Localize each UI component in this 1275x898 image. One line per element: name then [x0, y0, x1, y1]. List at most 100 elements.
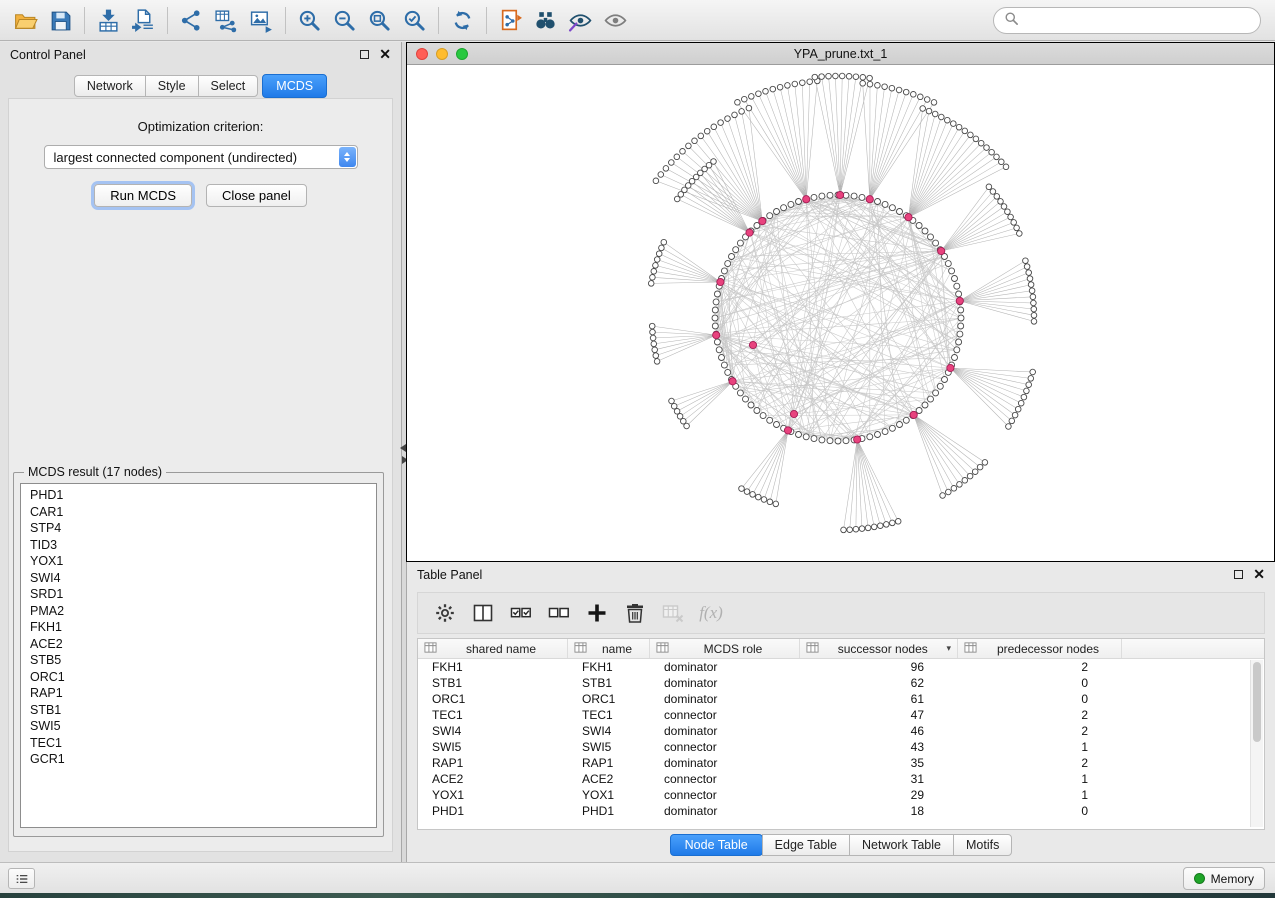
refresh-view-icon[interactable] — [445, 4, 480, 36]
import-table-icon[interactable] — [126, 4, 161, 36]
mcds-result-item[interactable]: TID3 — [30, 537, 367, 554]
column-header-predecessors[interactable]: predecessor nodes — [958, 639, 1122, 658]
float-table-panel-icon[interactable] — [1234, 570, 1243, 579]
tab-style[interactable]: Style — [145, 75, 199, 97]
search-input[interactable] — [1025, 13, 1250, 28]
search-network-icon[interactable] — [528, 4, 563, 36]
import-network-table-icon[interactable] — [209, 4, 244, 36]
import-network-file-icon[interactable] — [174, 4, 209, 36]
table-scrollbar[interactable] — [1250, 660, 1263, 827]
table-row[interactable]: SWI4SWI4dominator462 — [418, 723, 1264, 739]
tab-edge-table[interactable]: Edge Table — [762, 834, 850, 856]
cell-shared_name: ORC1 — [418, 692, 568, 706]
status-menu-button[interactable] — [8, 868, 35, 889]
scrollbar-thumb[interactable] — [1253, 662, 1261, 742]
run-mcds-button[interactable]: Run MCDS — [94, 184, 192, 207]
table-row[interactable]: FKH1FKH1dominator962 — [418, 659, 1264, 675]
table-row[interactable]: YOX1YOX1connector291 — [418, 787, 1264, 803]
cell-predecessors: 2 — [958, 708, 1122, 722]
table-row[interactable]: ORC1ORC1dominator610 — [418, 691, 1264, 707]
memory-button[interactable]: Memory — [1183, 867, 1265, 890]
tab-network-table[interactable]: Network Table — [849, 834, 954, 856]
table-row[interactable]: PHD1PHD1dominator180 — [418, 803, 1264, 819]
mcds-result-item[interactable]: CAR1 — [30, 504, 367, 521]
mcds-result-item[interactable]: GCR1 — [30, 751, 367, 768]
zoom-selected-icon[interactable] — [397, 4, 432, 36]
export-image-icon[interactable] — [244, 4, 279, 36]
optimization-criterion-select[interactable]: largest connected component (undirected) — [44, 145, 358, 169]
control-panel: Control Panel ✕ NetworkStyleSelectMCDS O… — [0, 42, 402, 862]
cell-role: connector — [650, 788, 800, 802]
status-bar: Memory — [0, 862, 1275, 893]
mcds-result-item[interactable]: STB1 — [30, 702, 367, 719]
search-box[interactable] — [993, 7, 1261, 34]
import-table-file-icon[interactable] — [91, 4, 126, 36]
table-row[interactable]: RAP1RAP1dominator352 — [418, 755, 1264, 771]
mcds-result-item[interactable]: ORC1 — [30, 669, 367, 686]
close-panel-button[interactable]: Close panel — [206, 184, 307, 207]
network-window-title: YPA_prune.txt_1 — [407, 47, 1274, 61]
mcds-result-item[interactable]: ACE2 — [30, 636, 367, 653]
close-panel-icon[interactable]: ✕ — [379, 49, 391, 60]
mcds-result-item[interactable]: FKH1 — [30, 619, 367, 636]
mcds-result-item[interactable]: PHD1 — [30, 487, 367, 504]
add-row-icon[interactable] — [580, 597, 614, 629]
network-graph[interactable] — [407, 66, 1274, 562]
mcds-result-item[interactable]: YOX1 — [30, 553, 367, 570]
cell-name: TEC1 — [568, 708, 650, 722]
column-header-successors[interactable]: successor nodes▾ — [800, 639, 958, 658]
deselect-all-icon[interactable] — [542, 597, 576, 629]
float-panel-icon[interactable] — [360, 50, 369, 59]
window-close-button[interactable] — [416, 48, 428, 60]
tab-select[interactable]: Select — [198, 75, 259, 97]
table-row[interactable]: TEC1TEC1connector472 — [418, 707, 1264, 723]
mcds-buttons-row: Run MCDS Close panel — [9, 184, 392, 207]
share-document-icon[interactable] — [493, 4, 528, 36]
network-view-window: YPA_prune.txt_1 — [406, 42, 1275, 562]
column-header-name[interactable]: name — [568, 639, 650, 658]
zoom-fit-icon[interactable] — [362, 4, 397, 36]
open-session-icon[interactable] — [8, 4, 43, 36]
cell-shared_name: YOX1 — [418, 788, 568, 802]
mcds-result-item[interactable]: STP4 — [30, 520, 367, 537]
window-minimize-button[interactable] — [436, 48, 448, 60]
column-header-shared_name[interactable]: shared name — [418, 639, 568, 658]
mcds-result-item[interactable]: SWI4 — [30, 570, 367, 587]
delete-row-icon[interactable] — [618, 597, 652, 629]
mcds-result-item[interactable]: RAP1 — [30, 685, 367, 702]
save-session-icon[interactable] — [43, 4, 78, 36]
tab-node-table[interactable]: Node Table — [670, 834, 763, 856]
cell-role: dominator — [650, 676, 800, 690]
table-row[interactable]: STB1STB1dominator620 — [418, 675, 1264, 691]
cell-shared_name: RAP1 — [418, 756, 568, 770]
network-canvas[interactable] — [407, 66, 1274, 561]
zoom-in-icon[interactable] — [292, 4, 327, 36]
table-settings-icon[interactable] — [428, 597, 462, 629]
window-maximize-button[interactable] — [456, 48, 468, 60]
tab-motifs[interactable]: Motifs — [953, 834, 1012, 856]
tab-network[interactable]: Network — [74, 75, 146, 97]
cell-name: ACE2 — [568, 772, 650, 786]
style-preview-icon[interactable] — [563, 4, 598, 36]
list-menu-icon — [14, 871, 30, 887]
table-row[interactable]: SWI5SWI5connector431 — [418, 739, 1264, 755]
mcds-result-list[interactable]: PHD1CAR1STP4TID3YOX1SWI4SRD1PMA2FKH1ACE2… — [20, 483, 377, 828]
hide-preview-icon[interactable] — [598, 4, 633, 36]
select-all-icon[interactable] — [504, 597, 538, 629]
mcds-result-item[interactable]: SWI5 — [30, 718, 367, 735]
table-columns-icon[interactable] — [466, 597, 500, 629]
tab-mcds[interactable]: MCDS — [262, 74, 327, 98]
column-grid-icon — [806, 641, 819, 657]
zoom-out-icon[interactable] — [327, 4, 362, 36]
column-header-role[interactable]: MCDS role — [650, 639, 800, 658]
mcds-result-item[interactable]: SRD1 — [30, 586, 367, 603]
cell-successors: 31 — [800, 772, 958, 786]
table-row[interactable]: ACE2ACE2connector311 — [418, 771, 1264, 787]
network-window-titlebar[interactable]: YPA_prune.txt_1 — [407, 43, 1274, 65]
cell-name: STB1 — [568, 676, 650, 690]
toolbar-separator — [167, 7, 168, 34]
mcds-result-item[interactable]: PMA2 — [30, 603, 367, 620]
close-table-panel-icon[interactable]: ✕ — [1253, 569, 1265, 580]
mcds-result-item[interactable]: STB5 — [30, 652, 367, 669]
mcds-result-item[interactable]: TEC1 — [30, 735, 367, 752]
